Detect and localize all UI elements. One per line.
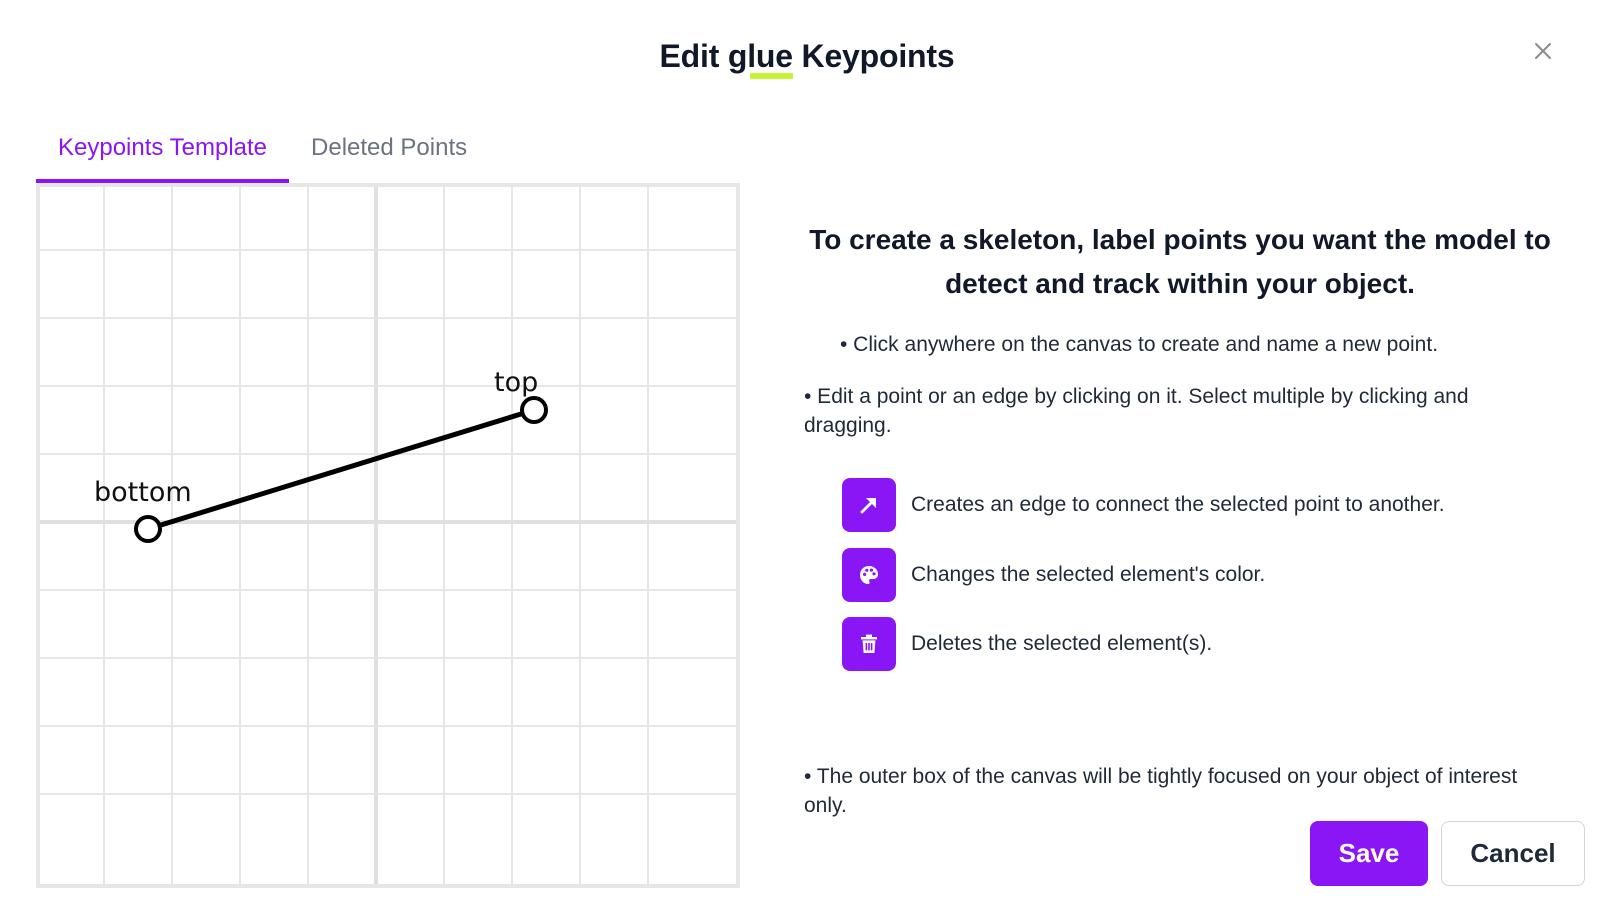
trash-icon: [861, 634, 877, 653]
keypoint-bottom-label: bottom: [94, 477, 192, 508]
tool-delete-description: Deletes the selected element(s).: [911, 632, 1213, 655]
keypoint-top[interactable]: [520, 396, 548, 424]
keypoint-canvas[interactable]: bottom top: [36, 183, 740, 888]
tool-color-description: Changes the selected element's color.: [911, 563, 1266, 586]
keypoint-top-label: top: [494, 367, 538, 398]
edit-keypoints-dialog: Edit glue Keypoints Keypoints Template D…: [0, 0, 1614, 914]
change-color-button[interactable]: [842, 548, 896, 602]
tool-row-edge: Creates an edge to connect the selected …: [842, 478, 1445, 532]
arrow-up-right-icon: [860, 498, 876, 514]
tool-edge-description: Creates an edge to connect the selected …: [911, 493, 1445, 516]
title-suffix: Keypoints: [792, 38, 955, 74]
close-button[interactable]: [1530, 38, 1556, 64]
title-prefix: Edit: [659, 38, 728, 74]
close-icon: [1535, 43, 1551, 59]
tool-row-delete: Deletes the selected element(s).: [842, 617, 1212, 671]
canvas-svg[interactable]: bottom top: [40, 187, 736, 884]
instructions-heading: To create a skeleton, label points you w…: [809, 224, 1551, 299]
palette-icon: [860, 566, 878, 584]
dialog-title: Edit glue Keypoints: [0, 38, 1614, 79]
title-class-name: glue: [727, 38, 793, 79]
tab-bar: Keypoints Template Deleted Points: [36, 122, 489, 184]
tab-keypoints-template[interactable]: Keypoints Template: [36, 122, 290, 184]
cancel-button[interactable]: Cancel: [1441, 821, 1585, 886]
delete-button[interactable]: [842, 617, 896, 671]
instruction-outer-box: • The outer box of the canvas will be ti…: [804, 765, 1518, 817]
instruction-edit-point: • Edit a point or an edge by clicking on…: [804, 385, 1469, 437]
create-edge-button[interactable]: [842, 478, 896, 532]
tool-row-color: Changes the selected element's color.: [842, 548, 1265, 602]
tab-deleted-points[interactable]: Deleted Points: [289, 122, 489, 184]
instruction-click-canvas: • Click anywhere on the canvas to create…: [840, 333, 1439, 356]
keypoint-bottom[interactable]: [134, 515, 162, 543]
save-button[interactable]: Save: [1310, 821, 1428, 886]
skeleton-edge[interactable]: [145, 407, 537, 532]
